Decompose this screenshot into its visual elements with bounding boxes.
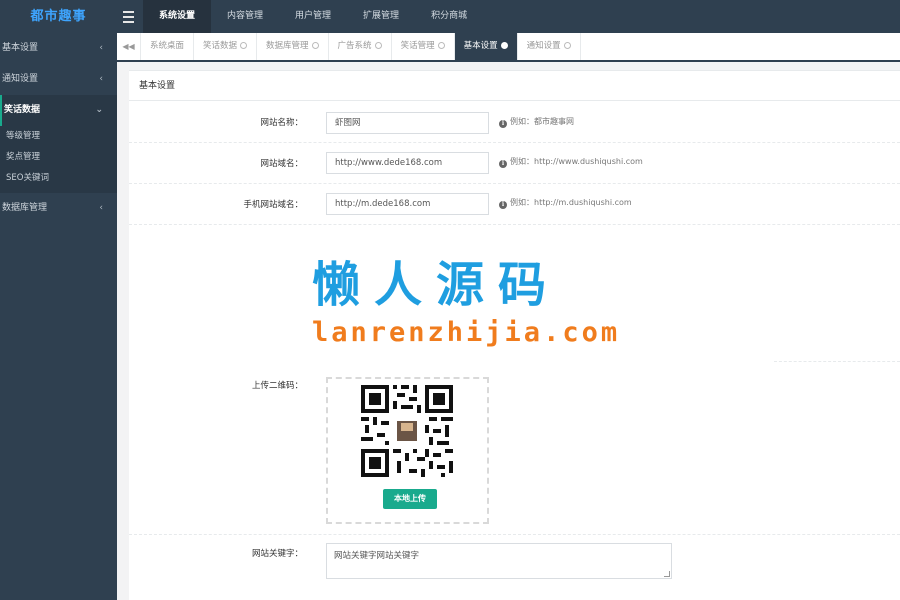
mobile-domain-label: 手机网站域名： [243, 200, 303, 210]
close-icon[interactable] [311, 42, 319, 49]
topnav-extension-management[interactable]: 扩展管理 [347, 0, 415, 33]
sidebar-item-notification-settings[interactable]: 通知设置 ‹ [0, 64, 117, 95]
tab-strip: ◀◀ 系统桌面 笑话数据 数据库管理 广告系统 笑话管理 基本设置 通知设置 [117, 33, 900, 62]
menu-toggle-icon[interactable] [119, 8, 139, 25]
qrcode-label: 上传二维码： [251, 381, 303, 391]
mobile-domain-input[interactable]: http://m.dede168.com [326, 193, 489, 215]
info-icon: i [499, 160, 507, 168]
chevron-left-icon: ‹ [99, 43, 103, 53]
sidebar-item-basic-settings[interactable]: 基本设置 ‹ [0, 33, 117, 64]
tab-database-management[interactable]: 数据库管理 [257, 33, 329, 60]
topnav-content-management[interactable]: 内容管理 [211, 0, 279, 33]
tab-label: 系统桌面 [150, 41, 185, 51]
hint-text: 例如：http://m.dushiqushi.com [510, 198, 632, 207]
sidebar-subitem-level-management[interactable]: 等级管理 [0, 126, 117, 147]
watermark-url: lanrenzhijia.com [312, 317, 621, 348]
qrcode-image [361, 385, 453, 477]
hint-text: 例如：都市趣事网 [510, 117, 574, 126]
tab-label: 基本设置 [463, 41, 498, 51]
close-icon[interactable] [563, 42, 571, 49]
tab-label: 笑话数据 [203, 41, 238, 51]
resize-handle-icon[interactable] [664, 571, 670, 577]
panel-title: 基本设置 [129, 71, 900, 101]
hint-text: 例如：http://www.dushiqushi.com [510, 157, 643, 166]
sidebar-submenu: 等级管理 奖点管理 SEO关键词 [0, 126, 117, 193]
info-icon: i [499, 120, 507, 128]
info-icon: i [499, 201, 507, 209]
keywords-label: 网站关键字： [251, 549, 303, 559]
divider [129, 534, 900, 535]
close-icon[interactable] [500, 42, 508, 49]
close-icon[interactable] [240, 42, 248, 49]
main-content: 基本设置 网站名称： 虾图网 i 例如：都市趣事网 网站域名： http://ww… [117, 62, 900, 600]
form-row-site-domain: 网站域名： http://www.dede168.com i 例如：http://… [129, 143, 900, 184]
app-logo[interactable]: 都市趣事 [0, 0, 117, 33]
tab-ad-system[interactable]: 广告系统 [329, 33, 392, 60]
divider [774, 361, 900, 362]
site-domain-label: 网站域名： [260, 159, 303, 169]
site-domain-hint: i 例如：http://www.dushiqushi.com [499, 156, 643, 168]
chevron-left-icon: ‹ [99, 74, 103, 84]
watermark: 懒人源码 lanrenzhijia.com [312, 257, 620, 348]
tab-joke-management[interactable]: 笑话管理 [392, 33, 455, 60]
sidebar-item-joke-data[interactable]: 笑话数据 ⌄ [0, 95, 117, 126]
tabs: 系统桌面 笑话数据 数据库管理 广告系统 笑话管理 基本设置 通知设置 [141, 33, 581, 60]
top-navbar: 都市趣事 系统设置 内容管理 用户管理 扩展管理 积分商城 [0, 0, 900, 33]
settings-panel: 基本设置 网站名称： 虾图网 i 例如：都市趣事网 网站域名： http://ww… [129, 70, 900, 600]
chevron-left-icon: ‹ [99, 203, 103, 213]
mobile-domain-hint: i 例如：http://m.dushiqushi.com [499, 197, 632, 209]
form-row-site-name: 网站名称： 虾图网 i 例如：都市趣事网 [129, 102, 900, 143]
sidebar-item-label: 笑话数据 [4, 105, 41, 115]
sidebar-item-database-management[interactable]: 数据库管理 ‹ [0, 193, 117, 224]
tab-label: 通知设置 [526, 41, 561, 51]
close-icon[interactable] [374, 42, 382, 49]
topnav-points-mall[interactable]: 积分商城 [415, 0, 483, 33]
local-upload-button[interactable]: 本地上传 [383, 489, 437, 509]
site-name-label: 网站名称： [260, 118, 303, 128]
close-icon[interactable] [437, 42, 445, 49]
top-nav: 系统设置 内容管理 用户管理 扩展管理 积分商城 [143, 0, 483, 33]
site-domain-input[interactable]: http://www.dede168.com [326, 152, 489, 174]
sidebar-subitem-seo-keywords[interactable]: SEO关键词 [0, 168, 117, 189]
tab-joke-data[interactable]: 笑话数据 [194, 33, 258, 60]
tab-label: 笑话管理 [400, 41, 435, 51]
chevron-down-icon: ⌄ [95, 105, 103, 115]
tab-scroll-left-icon[interactable]: ◀◀ [117, 33, 141, 60]
watermark-title: 懒人源码 [312, 257, 561, 313]
tab-notification-settings[interactable]: 通知设置 [518, 33, 581, 60]
tab-label: 数据库管理 [266, 41, 309, 51]
sidebar-subitem-reward-management[interactable]: 奖点管理 [0, 147, 117, 168]
form-row-mobile-domain: 手机网站域名： http://m.dede168.com i 例如：http://… [129, 184, 900, 225]
tab-label: 广告系统 [337, 41, 372, 51]
tab-system-desktop[interactable]: 系统桌面 [141, 33, 195, 60]
sidebar-item-label: 数据库管理 [2, 203, 48, 213]
sidebar: 基本设置 ‹ 通知设置 ‹ 笑话数据 ⌄ 等级管理 奖点管理 SEO关键词 数据… [0, 33, 117, 600]
qrcode-upload-area[interactable]: 本地上传 [326, 377, 489, 524]
topnav-user-management[interactable]: 用户管理 [279, 0, 347, 33]
sidebar-item-label: 通知设置 [2, 74, 39, 84]
tab-basic-settings[interactable]: 基本设置 [454, 33, 518, 60]
sidebar-item-label: 基本设置 [2, 43, 39, 53]
keywords-text: 网站关键字网站关键字 [334, 551, 420, 561]
keywords-textarea[interactable]: 网站关键字网站关键字 [326, 543, 672, 579]
topnav-system-settings[interactable]: 系统设置 [143, 0, 212, 33]
site-name-hint: i 例如：都市趣事网 [499, 116, 574, 128]
site-name-input[interactable]: 虾图网 [326, 112, 489, 134]
